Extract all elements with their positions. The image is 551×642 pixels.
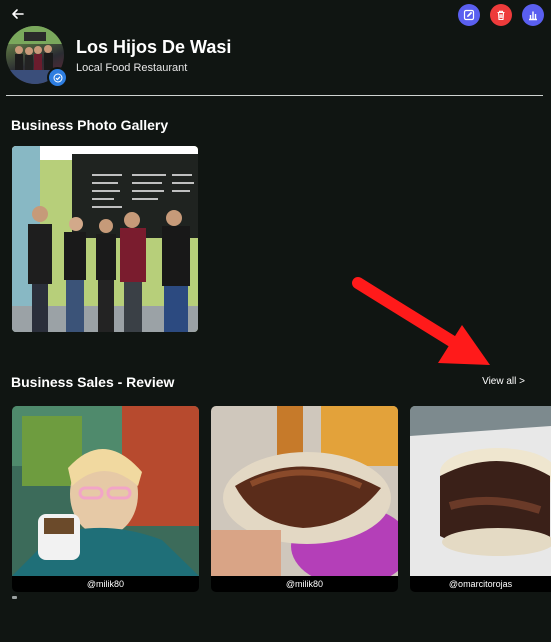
business-category: Local Food Restaurant — [76, 62, 188, 74]
review-handle: @omarcitorojas — [410, 576, 551, 592]
edit-button[interactable] — [458, 4, 480, 26]
reviews-title: Business Sales - Review — [11, 374, 175, 390]
back-button[interactable] — [10, 6, 26, 22]
header-actions — [458, 4, 544, 26]
review-photo — [211, 406, 398, 586]
pencil-icon — [463, 9, 475, 21]
review-card[interactable]: @milik80 — [211, 406, 398, 592]
business-name: Los Hijos De Wasi — [76, 37, 232, 57]
gallery-photo-image — [12, 146, 198, 332]
review-card[interactable]: @omarcitorojas — [410, 406, 551, 592]
review-photo — [12, 406, 199, 576]
divider — [6, 95, 543, 96]
review-handle: @milik80 — [211, 576, 398, 592]
annotation-arrow-icon — [352, 277, 490, 365]
gallery-photo[interactable] — [12, 146, 198, 332]
review-card[interactable]: @milik80 — [12, 406, 199, 592]
view-all-link[interactable]: View all > — [482, 376, 525, 387]
review-photo — [410, 406, 551, 576]
gallery-title: Business Photo Gallery — [11, 117, 169, 133]
trash-icon — [497, 10, 505, 21]
delete-button[interactable] — [490, 4, 512, 26]
verified-badge — [47, 67, 68, 88]
carousel-scroll-indicator[interactable] — [12, 596, 17, 599]
review-handle: @milik80 — [12, 576, 199, 592]
checkmark-icon — [53, 73, 62, 82]
arrow-left-icon — [12, 9, 24, 19]
stats-button[interactable] — [522, 4, 544, 26]
bar-chart-icon — [529, 11, 537, 21]
